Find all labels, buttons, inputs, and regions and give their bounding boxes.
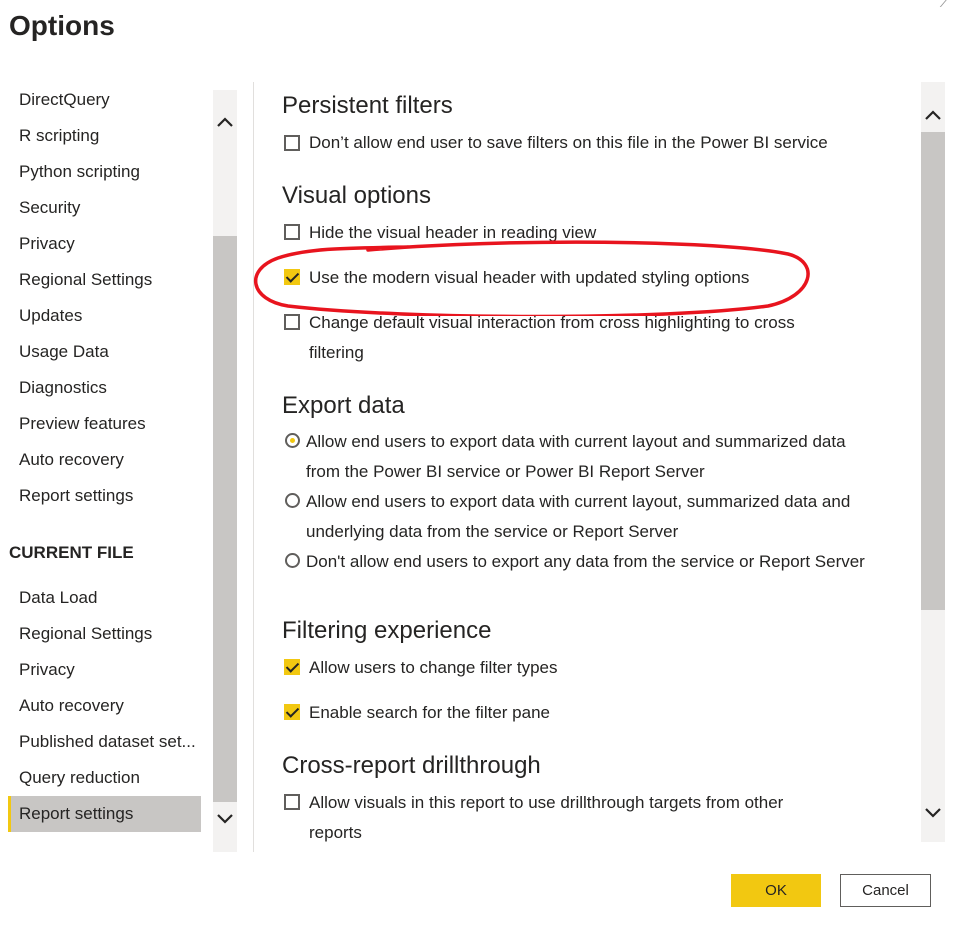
nav-item-security[interactable]: Security: [19, 190, 205, 226]
content-scrollbar-thumb[interactable]: [921, 132, 945, 610]
label-filter-pane-search: Enable search for the filter pane: [309, 703, 550, 722]
nav-item-preview-features[interactable]: Preview features: [19, 406, 205, 442]
nav-item-published-dataset-settings[interactable]: Published dataset set...: [19, 724, 205, 760]
current-file-header: CURRENT FILE: [9, 543, 134, 562]
nav-item-file-privacy[interactable]: Privacy: [19, 652, 205, 688]
heading-visual-options: Visual options: [282, 182, 431, 209]
nav-item-directquery[interactable]: DirectQuery: [19, 82, 205, 118]
nav-item-file-report-settings[interactable]: Report settings: [8, 796, 201, 832]
nav-item-regional-settings[interactable]: Regional Settings: [19, 262, 205, 298]
heading-persistent-filters: Persistent filters: [282, 92, 453, 119]
label-export-summarized: Allow end users to export data with curr…: [306, 432, 846, 481]
label-modern-visual-header: Use the modern visual header with update…: [309, 268, 750, 287]
label-persistent-filters: Don’t allow end user to save filters on …: [309, 133, 828, 152]
nav-item-python-scripting[interactable]: Python scripting: [19, 154, 205, 190]
checkbox-cross-report-drillthrough[interactable]: [284, 794, 300, 810]
nav-scroll-up-icon[interactable]: [213, 110, 237, 134]
ok-button[interactable]: OK: [731, 874, 821, 907]
nav-item-file-auto-recovery[interactable]: Auto recovery: [19, 688, 205, 724]
label-change-filter-types: Allow users to change filter types: [309, 658, 558, 677]
nav-item-file-regional-settings[interactable]: Regional Settings: [19, 616, 205, 652]
label-visual-interaction: Change default visual interaction from c…: [309, 313, 795, 362]
nav-item-privacy[interactable]: Privacy: [19, 226, 205, 262]
heading-export-data: Export data: [282, 392, 405, 419]
panel-divider: [253, 82, 254, 852]
nav-item-diagnostics[interactable]: Diagnostics: [19, 370, 205, 406]
checkbox-change-filter-types[interactable]: [284, 659, 300, 675]
label-cross-report-drillthrough: Allow visuals in this report to use dril…: [309, 793, 784, 842]
nav-item-r-scripting[interactable]: R scripting: [19, 118, 205, 154]
label-export-none: Don't allow end users to export any data…: [306, 552, 865, 571]
nav-item-auto-recovery[interactable]: Auto recovery: [19, 442, 205, 478]
checkbox-hide-visual-header[interactable]: [284, 224, 300, 240]
nav-item-usage-data[interactable]: Usage Data: [19, 334, 205, 370]
content-scroll-up-icon[interactable]: [921, 103, 945, 127]
checkbox-visual-interaction[interactable]: [284, 314, 300, 330]
label-hide-visual-header: Hide the visual header in reading view: [309, 223, 597, 242]
checkbox-persistent-filters[interactable]: [284, 135, 300, 151]
radio-export-none[interactable]: [285, 553, 300, 568]
nav-scrollbar-thumb[interactable]: [213, 236, 237, 802]
nav-item-query-reduction[interactable]: Query reduction: [19, 760, 205, 796]
heading-filtering-experience: Filtering experience: [282, 617, 492, 644]
nav-item-updates[interactable]: Updates: [19, 298, 205, 334]
cancel-button[interactable]: Cancel: [840, 874, 931, 907]
nav-scroll-down-icon[interactable]: [213, 806, 237, 830]
nav-item-report-settings[interactable]: Report settings: [19, 478, 205, 514]
heading-cross-report-drillthrough: Cross-report drillthrough: [282, 752, 541, 779]
close-corner-mark: ⟋: [939, 0, 951, 11]
nav-item-data-load[interactable]: Data Load: [19, 580, 205, 616]
radio-export-underlying[interactable]: [285, 493, 300, 508]
content-scroll-down-icon[interactable]: [921, 800, 945, 824]
checkbox-filter-pane-search[interactable]: [284, 704, 300, 720]
radio-export-summarized[interactable]: [285, 433, 300, 448]
checkbox-modern-visual-header[interactable]: [284, 269, 300, 285]
dialog-title: Options: [9, 10, 115, 41]
label-export-underlying: Allow end users to export data with curr…: [306, 492, 851, 541]
